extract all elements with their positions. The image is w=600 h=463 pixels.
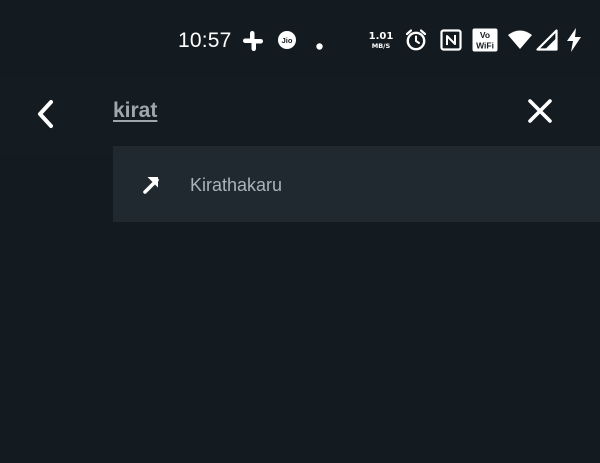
alarm-icon — [404, 28, 428, 52]
jio-icon: Jio — [278, 31, 296, 49]
nfc-icon — [440, 29, 462, 51]
arrow-up-right-icon — [139, 172, 163, 196]
suggestion-label: Kirathakaru — [190, 175, 283, 195]
status-bar: 10:57 Jio 1.01 MB/S Vo WiFi — [0, 0, 600, 78]
charging-icon — [566, 28, 582, 52]
close-icon — [527, 98, 553, 124]
net-speed-indicator: 1.01 MB/S — [368, 31, 394, 50]
search-header: kirat — [0, 78, 600, 154]
chevron-left-icon — [35, 99, 57, 129]
svg-text:WiFi: WiFi — [476, 41, 494, 51]
vowifi-icon: Vo WiFi — [472, 28, 498, 52]
clear-search-button[interactable] — [518, 89, 562, 133]
svg-text:Vo: Vo — [480, 30, 490, 40]
net-speed-value: 1.01 — [368, 31, 394, 42]
svg-text:Jio: Jio — [282, 36, 293, 45]
back-button[interactable] — [24, 92, 68, 136]
suggestion-item[interactable]: Kirathakaru — [113, 146, 600, 222]
wifi-icon — [507, 29, 533, 51]
status-time: 10:57 — [178, 29, 232, 52]
slack-icon — [242, 30, 264, 52]
cell-signal-icon — [536, 29, 558, 51]
dot-icon — [316, 37, 323, 50]
search-input[interactable]: kirat — [113, 98, 157, 124]
suggestion-list: Kirathakaru — [113, 146, 600, 222]
net-speed-unit: MB/S — [371, 42, 391, 50]
